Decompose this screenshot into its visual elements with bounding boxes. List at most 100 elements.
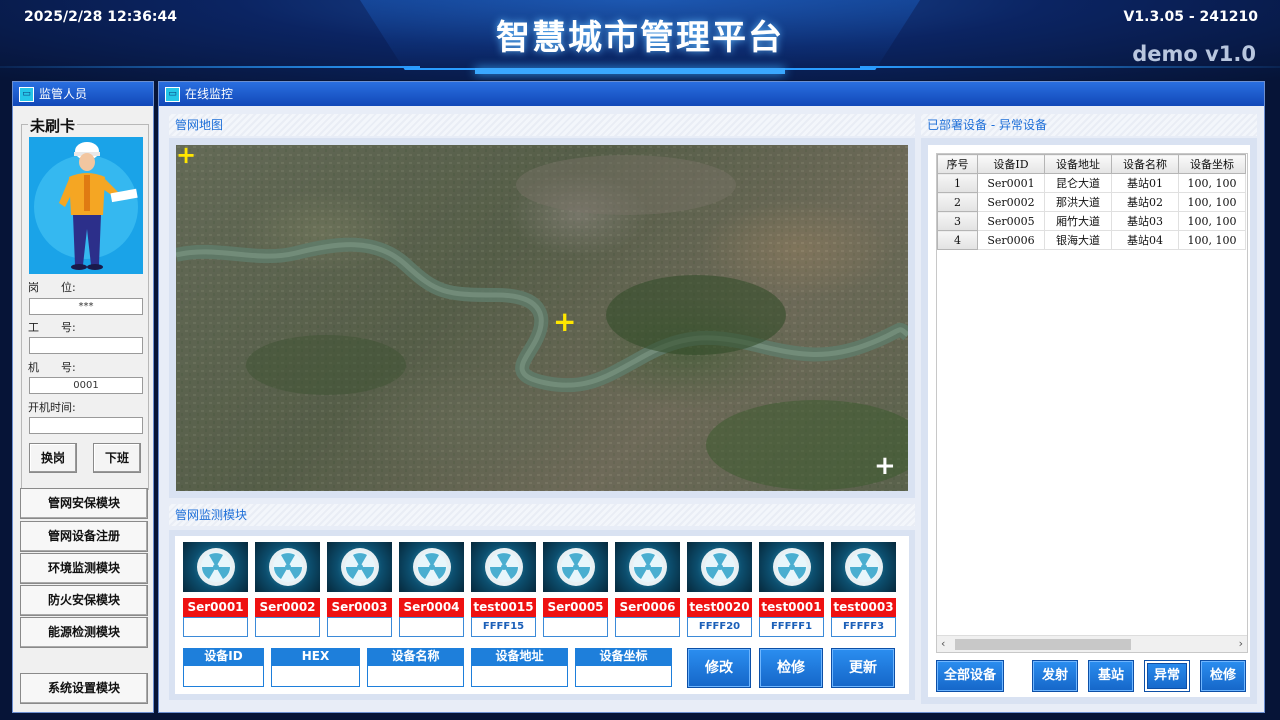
- col-coords-header[interactable]: 设备坐标: [1178, 154, 1246, 174]
- device-card[interactable]: test0001 FFFFF1: [759, 542, 824, 637]
- post-field[interactable]: ***: [29, 298, 143, 315]
- table-row[interactable]: 2 Ser0002 那洪大道 基站02 100, 100: [937, 192, 1246, 212]
- table-row[interactable]: 1 Ser0001 昆仑大道 基站01 100, 100: [937, 173, 1246, 193]
- device-id-label: Ser0003: [327, 598, 392, 617]
- cell-name: 基站01: [1111, 173, 1179, 193]
- devices-table: 序号 设备ID 设备地址 设备名称 设备坐标 1 Ser0001 昆仑大道 基站…: [937, 154, 1246, 250]
- cell-device-id: Ser0006: [977, 230, 1045, 250]
- device-card[interactable]: test0003 FFFFF3: [831, 542, 896, 637]
- pipe-monitor-frame: Ser0001 Ser0002 Ser0003 Ser0004 test0015…: [169, 530, 915, 700]
- repair-button[interactable]: 检修: [759, 648, 823, 688]
- device-address-form-field: 设备地址: [471, 648, 568, 687]
- update-button[interactable]: 更新: [831, 648, 895, 688]
- off-duty-button[interactable]: 下班: [93, 443, 141, 473]
- module-settings-button[interactable]: 系统设置模块: [20, 673, 148, 704]
- device-card[interactable]: Ser0002: [255, 542, 320, 637]
- module-pipe-security-button[interactable]: 管网安保模块: [20, 488, 148, 519]
- cell-name: 基站03: [1111, 211, 1179, 231]
- radiation-icon: [615, 542, 680, 592]
- device-card[interactable]: Ser0005: [543, 542, 608, 637]
- col-device-id-header[interactable]: 设备ID: [977, 154, 1045, 174]
- abnormal-button[interactable]: 异常: [1144, 660, 1190, 692]
- device-coords-input[interactable]: [575, 665, 672, 687]
- device-id-form-field: 设备ID: [183, 648, 264, 687]
- scrollbar-thumb[interactable]: [955, 639, 1131, 650]
- device-id-form-label: 设备ID: [183, 648, 264, 665]
- supervisor-panel: ▭ 监管人员 未刷卡 岗 位: *** 工 号: 机 号: 0001 开机时间:…: [12, 81, 154, 713]
- radiation-icon: [183, 542, 248, 592]
- hex-input[interactable]: [271, 665, 360, 687]
- pipe-map-section: 管网地图 + + +: [169, 114, 915, 500]
- window-icon: ▭: [19, 86, 34, 102]
- window-icon: ▭: [165, 86, 180, 102]
- deployed-devices-frame: 序号 设备ID 设备地址 设备名称 设备坐标 1 Ser0001 昆仑大道 基站…: [921, 138, 1257, 704]
- cell-device-id: Ser0001: [977, 173, 1045, 193]
- device-card[interactable]: Ser0006: [615, 542, 680, 637]
- job-number-field[interactable]: [29, 337, 143, 354]
- map-marker-corner-icon[interactable]: +: [176, 145, 196, 167]
- boot-time-label: 开机时间:: [28, 401, 76, 414]
- cell-coords: 100, 100: [1178, 211, 1246, 231]
- device-card[interactable]: test0015 FFFF15: [471, 542, 536, 637]
- col-index-header[interactable]: 序号: [937, 154, 978, 174]
- emit-button[interactable]: 发射: [1032, 660, 1078, 692]
- device-card[interactable]: test0020 FFFF20: [687, 542, 752, 637]
- repair-list-button[interactable]: 检修: [1200, 660, 1246, 692]
- cell-name: 基站04: [1111, 230, 1179, 250]
- device-address-form-label: 设备地址: [471, 648, 568, 665]
- device-card[interactable]: Ser0003: [327, 542, 392, 637]
- supervisor-panel-title: ▭ 监管人员: [13, 82, 153, 106]
- device-coords-form-label: 设备坐标: [575, 648, 672, 665]
- cell-device-id: Ser0002: [977, 192, 1045, 212]
- scroll-right-icon[interactable]: ›: [1239, 637, 1243, 650]
- row-index: 4: [937, 230, 978, 250]
- card-group: 未刷卡 岗 位: *** 工 号: 机 号: 0001 开机时间: 换岗 下班: [21, 115, 149, 490]
- map-marker-white-icon[interactable]: +: [874, 453, 896, 479]
- device-hex-label: [255, 617, 320, 637]
- col-name-header[interactable]: 设备名称: [1111, 154, 1179, 174]
- device-address-input[interactable]: [471, 665, 568, 687]
- pipe-monitor-title: 管网监测模块: [169, 504, 915, 526]
- device-card[interactable]: Ser0004: [399, 542, 464, 637]
- machine-number-label: 机 号:: [28, 361, 76, 374]
- device-id-label: Ser0002: [255, 598, 320, 617]
- machine-number-field[interactable]: 0001: [29, 377, 143, 394]
- pipe-map[interactable]: + + +: [176, 145, 908, 491]
- module-energy-button[interactable]: 能源检测模块: [20, 617, 148, 648]
- device-hex-label: FFFF15: [471, 617, 536, 637]
- module-environment-button[interactable]: 环境监测模块: [20, 553, 148, 584]
- table-row[interactable]: 3 Ser0005 厢竹大道 基站03 100, 100: [937, 211, 1246, 231]
- app-version: V1.3.05 - 241210: [1123, 9, 1258, 25]
- device-name-input[interactable]: [367, 665, 464, 687]
- map-marker-center-icon[interactable]: +: [553, 308, 576, 336]
- radiation-icon: [255, 542, 320, 592]
- base-station-button[interactable]: 基站: [1088, 660, 1134, 692]
- module-fire-security-button[interactable]: 防火安保模块: [20, 585, 148, 616]
- modify-button[interactable]: 修改: [687, 648, 751, 688]
- radiation-icon: [759, 542, 824, 592]
- device-id-label: Ser0004: [399, 598, 464, 617]
- radiation-icon: [831, 542, 896, 592]
- hex-form-label: HEX: [271, 648, 360, 665]
- supervisor-panel-title-text: 监管人员: [39, 87, 88, 101]
- device-name-form-label: 设备名称: [367, 648, 464, 665]
- post-label: 岗 位:: [28, 281, 76, 294]
- cell-coords: 100, 100: [1178, 230, 1246, 250]
- device-id-label: Ser0005: [543, 598, 608, 617]
- job-number-label: 工 号:: [28, 321, 76, 334]
- module-device-register-button[interactable]: 管网设备注册: [20, 521, 148, 552]
- col-address-header[interactable]: 设备地址: [1044, 154, 1112, 174]
- horizontal-scrollbar[interactable]: ‹ ›: [937, 635, 1247, 652]
- device-card[interactable]: Ser0001: [183, 542, 248, 637]
- boot-time-field[interactable]: [29, 417, 143, 434]
- device-name-form-field: 设备名称: [367, 648, 464, 687]
- table-row[interactable]: 4 Ser0006 银海大道 基站04 100, 100: [937, 230, 1246, 250]
- scroll-left-icon[interactable]: ‹: [941, 637, 945, 650]
- device-id-label: test0001: [759, 598, 824, 617]
- all-devices-button[interactable]: 全部设备: [936, 660, 1004, 692]
- device-hex-label: FFFF20: [687, 617, 752, 637]
- cell-coords: 100, 100: [1178, 173, 1246, 193]
- header-glow-bar: [475, 68, 785, 74]
- device-id-input[interactable]: [183, 665, 264, 687]
- switch-post-button[interactable]: 换岗: [29, 443, 77, 473]
